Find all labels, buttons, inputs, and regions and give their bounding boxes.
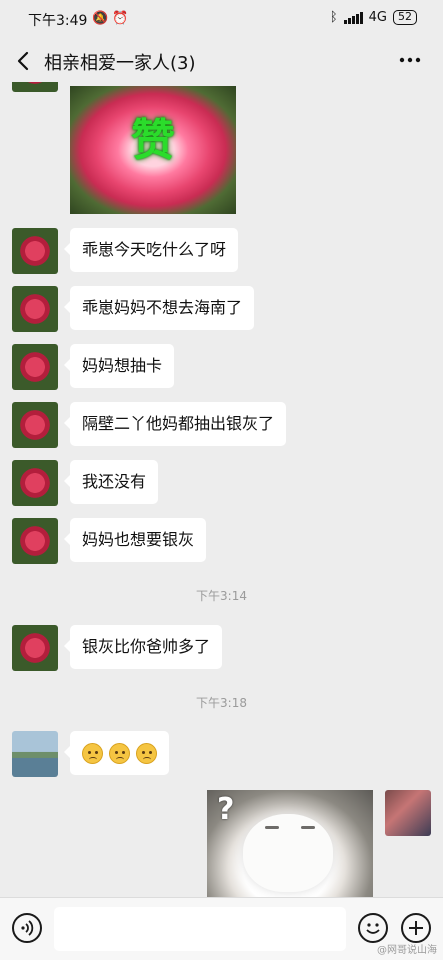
message-bubble[interactable]: 隔壁二丫他妈都抽出银灰了 — [63, 402, 287, 446]
avatar[interactable] — [12, 518, 58, 564]
plus-icon — [409, 921, 423, 935]
plus-button[interactable] — [401, 913, 431, 943]
rose-sticker-image[interactable]: 赞 — [70, 86, 236, 214]
cat-eye — [265, 826, 279, 829]
input-bar: @网哥说山海 — [0, 897, 443, 960]
message-bubble[interactable]: 银灰比你爸帅多了 — [63, 625, 223, 669]
avatar[interactable] — [12, 625, 58, 671]
notification-off-icon: 🔕 — [92, 11, 113, 26]
emoji-button[interactable] — [358, 913, 388, 943]
more-icon[interactable] — [397, 50, 423, 70]
signal-icon — [343, 11, 363, 24]
chat-header: 相亲相爱一家人(3) — [0, 40, 443, 82]
sad-face-emoji — [82, 742, 103, 764]
emoji-message-bubble[interactable] — [64, 731, 169, 775]
chat-title: 相亲相爱一家人(3) — [44, 53, 196, 74]
battery-level: 52 — [393, 10, 417, 25]
sad-face-emoji — [109, 742, 130, 764]
watermark: @网哥说山海 — [377, 945, 437, 956]
avatar[interactable] — [12, 228, 58, 274]
message-bubble[interactable]: 乖崽妈妈不想去海南了 — [63, 286, 255, 330]
cat-face — [243, 814, 333, 892]
back-arrow-icon[interactable] — [14, 49, 34, 73]
network-type: 4G — [368, 10, 387, 25]
avatar[interactable] — [12, 286, 58, 332]
question-mark-icon: ? — [217, 792, 235, 827]
chat-message-list[interactable]: 赞 乖崽今天吃什么了呀 乖崽妈妈不想去海南了 妈妈想抽卡 隔壁二丫他妈都抽出银灰… — [0, 82, 443, 897]
voice-button[interactable] — [12, 913, 42, 943]
avatar[interactable] — [12, 82, 58, 92]
message-bubble[interactable]: 妈妈想抽卡 — [63, 344, 175, 388]
status-time: 下午3:49 — [28, 13, 88, 29]
message-timestamp: 下午3:14 — [196, 589, 247, 603]
bluetooth-icon: ᛒ — [329, 10, 338, 25]
message-bubble[interactable]: 我还没有 — [63, 460, 159, 504]
avatar[interactable] — [12, 731, 58, 777]
alarm-icon: ⏰ — [112, 11, 133, 26]
self-avatar[interactable] — [385, 790, 431, 836]
voice-icon — [21, 920, 34, 936]
cat-eye — [301, 826, 315, 829]
cat-sticker-image[interactable]: ? — [207, 790, 373, 897]
status-bar: 下午3:49 🔕⏰ ᛒ 4G 52 — [0, 0, 443, 40]
avatar[interactable] — [12, 344, 58, 390]
message-timestamp: 下午3:18 — [196, 696, 247, 710]
emoji-icon — [366, 923, 380, 934]
status-right: ᛒ 4G 52 — [330, 10, 417, 25]
sticker-text: 赞 — [131, 115, 175, 166]
message-bubble[interactable]: 乖崽今天吃什么了呀 — [63, 228, 239, 272]
avatar[interactable] — [12, 460, 58, 506]
sad-face-emoji — [136, 742, 157, 764]
status-left-icons: 🔕⏰ — [92, 11, 132, 26]
avatar[interactable] — [12, 402, 58, 448]
message-bubble[interactable]: 妈妈也想要银灰 — [63, 518, 207, 562]
message-input[interactable] — [54, 907, 346, 951]
